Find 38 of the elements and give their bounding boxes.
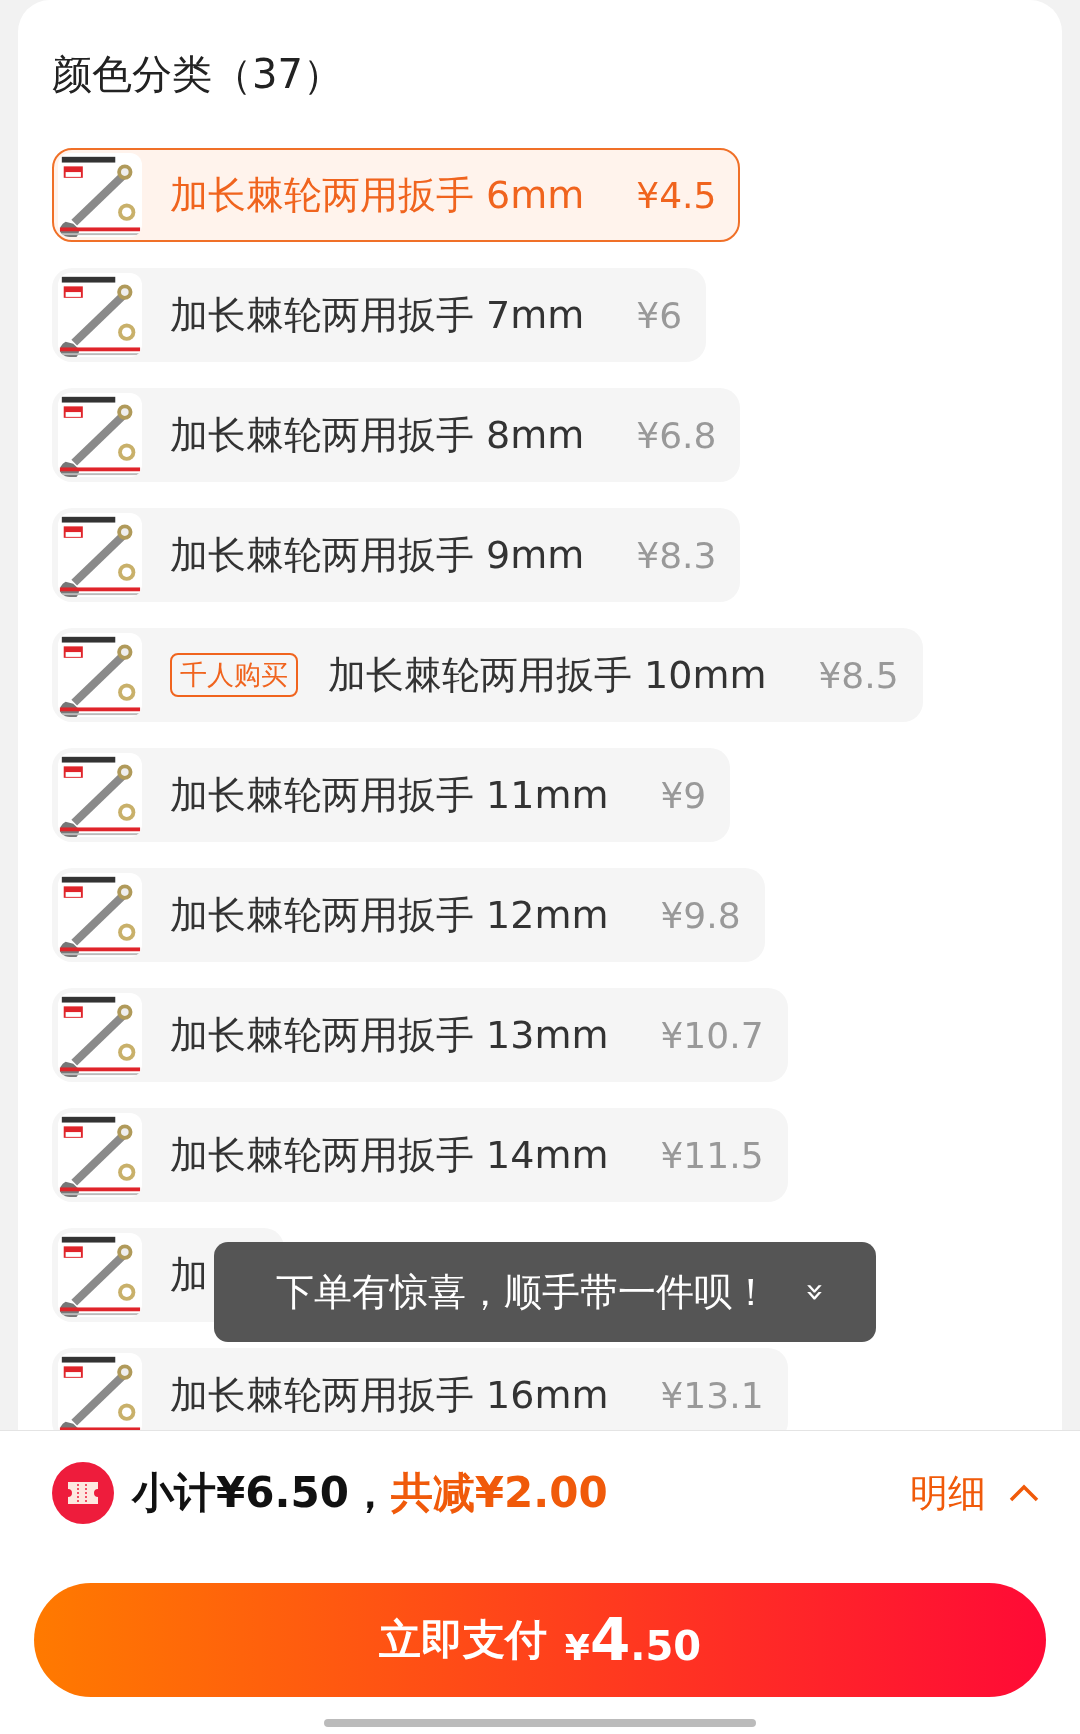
option-name: 加长棘轮两用扳手 6mm <box>170 171 585 219</box>
option-name: 加长棘轮两用扳手 7mm <box>170 291 585 339</box>
home-indicator[interactable] <box>324 1719 756 1727</box>
option-price: ¥10.7 <box>660 1014 764 1056</box>
badge: 千人购买 <box>170 653 298 697</box>
option-price: ¥8.5 <box>818 654 899 696</box>
option-item[interactable]: 加长棘轮两用扳手 11mm ¥9 <box>52 748 731 842</box>
option-price: ¥9.8 <box>660 894 741 936</box>
subtotal: 小计¥6.50， <box>132 1467 391 1519</box>
option-item[interactable]: 加长棘轮两用扳手 8mm ¥6.8 <box>52 388 741 482</box>
discount: 共减¥2.00 <box>390 1467 608 1519</box>
option-name: 加长棘轮两用扳手 14mm <box>170 1131 609 1179</box>
option-name: 加长棘轮两用扳手 12mm <box>170 891 609 939</box>
option-item[interactable]: 加长棘轮两用扳手 13mm ¥10.7 <box>52 988 788 1082</box>
option-item[interactable]: 加长棘轮两用扳手 12mm ¥9.8 <box>52 868 765 962</box>
option-item[interactable]: 加长棘轮两用扳手 9mm ¥8.3 <box>52 508 741 602</box>
option-item[interactable]: 加长棘轮两用扳手 16mm ¥13.1 <box>52 1348 788 1430</box>
option-item[interactable]: 千人购买 加长棘轮两用扳手 10mm ¥8.5 <box>52 628 923 722</box>
option-name: 加长棘轮两用扳手 9mm <box>170 531 585 579</box>
option-name: 加长棘轮两用扳手 10mm <box>328 651 767 699</box>
option-price: ¥4.5 <box>636 174 717 216</box>
caret-icon <box>1008 1483 1040 1503</box>
option-price: ¥11.5 <box>660 1134 764 1176</box>
chevron-icon[interactable]: » <box>797 1282 836 1302</box>
option-price: ¥6 <box>636 294 683 336</box>
option-price: ¥13.1 <box>660 1374 764 1416</box>
option-name: 加长棘轮两用扳手 8mm <box>170 411 585 459</box>
pay-button[interactable]: 立即支付 ¥4.50 <box>34 1583 1046 1697</box>
section-title: 颜色分类（37） <box>51 50 344 99</box>
option-name: 加长棘轮两用扳手 11mm <box>170 771 609 819</box>
option-item[interactable]: 加长棘轮两用扳手 14mm ¥11.5 <box>52 1108 788 1202</box>
option-name: 加长棘轮两用扳手 16mm <box>170 1371 609 1419</box>
option-name: 加 <box>170 1251 208 1299</box>
option-item[interactable]: 加长棘轮两用扳手 7mm ¥6 <box>52 268 707 362</box>
option-price: ¥8.3 <box>636 534 717 576</box>
option-price: ¥9 <box>660 774 707 816</box>
option-price: ¥6.8 <box>636 414 717 456</box>
option-name: 加长棘轮两用扳手 13mm <box>170 1011 609 1059</box>
